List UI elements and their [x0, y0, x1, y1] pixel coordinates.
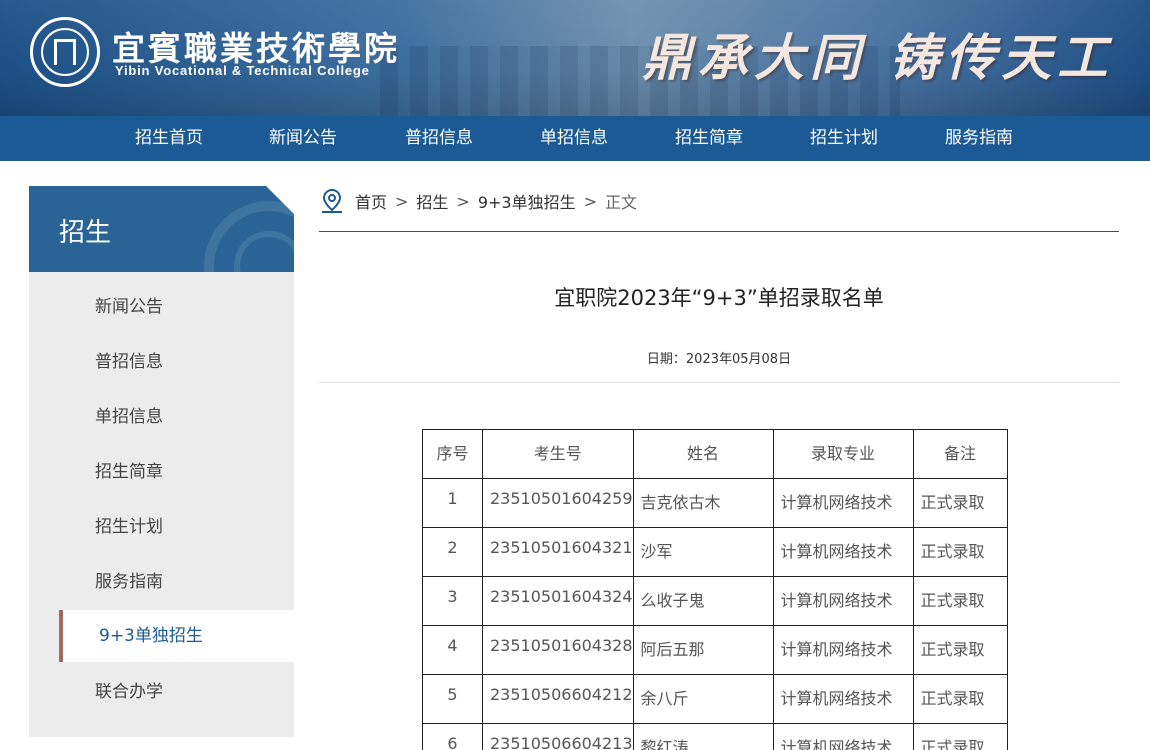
sidebar-item-plan[interactable]: 招生计划 — [29, 501, 294, 553]
cell-no: 3 — [422, 576, 483, 626]
article-date: 日期：2023年05月08日 — [646, 352, 792, 367]
sidebar-item-service-guide[interactable]: 服务指南 — [29, 556, 294, 608]
col-header-exam-id: 考生号 — [482, 429, 634, 479]
cell-note: 正式录取 — [912, 674, 1008, 724]
nav-item-news[interactable]: 新闻公告 — [269, 116, 337, 161]
nav-item-general-admission[interactable]: 普招信息 — [405, 116, 473, 161]
cell-note: 正式录取 — [912, 576, 1008, 626]
cell-name: 么收子鬼 — [632, 576, 774, 626]
cell-major: 计算机网络技术 — [772, 576, 914, 626]
table-row: 6 23510506604213 黎红涛 计算机网络技术 正式录取 — [422, 723, 1008, 750]
cell-name: 沙军 — [632, 527, 774, 577]
breadcrumb-separator: > — [395, 191, 409, 211]
cell-no: 2 — [422, 527, 483, 577]
cell-no: 4 — [422, 625, 483, 675]
nav-item-single-admission[interactable]: 单招信息 — [540, 116, 608, 161]
cell-major: 计算机网络技术 — [772, 625, 914, 675]
breadcrumb-9plus3[interactable]: 9+3单独招生 — [478, 189, 576, 213]
cell-name: 阿后五那 — [632, 625, 774, 675]
cell-exam-id: 23510501604324 — [482, 576, 634, 626]
logo-inner-ring — [41, 28, 89, 76]
table-header-row: 序号 考生号 姓名 录取专业 备注 — [422, 429, 1008, 479]
sidebar-item-brochure[interactable]: 招生简章 — [29, 446, 294, 498]
college-name-en[interactable]: Yibin Vocational & Technical College — [115, 63, 370, 78]
cell-note: 正式录取 — [912, 723, 1008, 750]
table-row: 3 23510501604324 么收子鬼 计算机网络技术 正式录取 — [422, 576, 1008, 626]
nav-item-brochure[interactable]: 招生简章 — [675, 116, 743, 161]
main-nav: 招生首页 新闻公告 普招信息 单招信息 招生简章 招生计划 服务指南 — [0, 116, 1150, 161]
sidebar-item-news[interactable]: 新闻公告 — [29, 281, 294, 333]
sidebar-item-9plus3[interactable]: 9+3单独招生 — [59, 610, 294, 662]
sidebar-item-joint-program[interactable]: 联合办学 — [29, 666, 294, 718]
location-pin-icon — [322, 188, 342, 213]
cell-exam-id: 23510501604259 — [482, 478, 634, 528]
cell-note: 正式录取 — [912, 527, 1008, 577]
nav-item-admissions-home[interactable]: 招生首页 — [135, 116, 203, 161]
breadcrumb-separator: > — [583, 191, 598, 211]
cell-note: 正式录取 — [912, 478, 1008, 528]
cell-no: 6 — [422, 723, 483, 750]
cell-no: 5 — [422, 674, 483, 724]
sidebar-item-general-admission[interactable]: 普招信息 — [29, 336, 294, 388]
cell-major: 计算机网络技术 — [772, 723, 914, 750]
breadcrumb-divider — [319, 231, 1119, 232]
table-row: 4 23510501604328 阿后五那 计算机网络技术 正式录取 — [422, 625, 1008, 675]
college-slogan: 鼎承大同 铸传天工 — [642, 28, 1114, 87]
sidebar-title: 招生 — [59, 218, 112, 248]
cell-name: 黎红涛 — [632, 723, 774, 750]
table-row: 2 23510501604321 沙军 计算机网络技术 正式录取 — [422, 527, 1008, 577]
sidebar-menu: 新闻公告 普招信息 单招信息 招生简章 招生计划 服务指南 9+3单独招生 联合… — [29, 272, 294, 737]
nav-item-service-guide[interactable]: 服务指南 — [945, 116, 1013, 161]
admission-table: 序号 考生号 姓名 录取专业 备注 1 23510501604259 吉克依古木… — [422, 429, 1008, 750]
article-title: 宜职院2023年“9+3”单招录取名单 — [554, 286, 884, 310]
table-row: 1 23510501604259 吉克依古木 计算机网络技术 正式录取 — [422, 478, 1008, 528]
nav-item-plan[interactable]: 招生计划 — [810, 116, 878, 161]
breadcrumb-separator: > — [456, 191, 470, 211]
cell-major: 计算机网络技术 — [772, 527, 914, 577]
breadcrumb-admissions[interactable]: 招生 — [416, 189, 448, 213]
site-header: 宜賓職業技術學院 Yibin Vocational & Technical Co… — [0, 0, 1150, 116]
sidebar-header: 招生 — [29, 186, 294, 272]
cell-no: 1 — [422, 478, 483, 528]
col-header-major: 录取专业 — [772, 429, 914, 479]
article-divider — [319, 382, 1119, 383]
cell-exam-id: 23510506604213 — [482, 723, 634, 750]
cell-major: 计算机网络技术 — [772, 674, 914, 724]
breadcrumb-current: 正文 — [605, 193, 638, 212]
breadcrumb: 首页 > 招生 > 9+3单独招生 > 正文 — [319, 186, 1119, 216]
cell-name: 余八斤 — [632, 674, 774, 724]
cell-exam-id: 23510501604328 — [482, 625, 634, 675]
corner-fold — [266, 186, 294, 214]
table-row: 5 23510506604212 余八斤 计算机网络技术 正式录取 — [422, 674, 1008, 724]
college-logo-icon[interactable] — [30, 17, 100, 87]
col-header-name: 姓名 — [632, 429, 774, 479]
cell-note: 正式录取 — [912, 625, 1008, 675]
sidebar-item-single-admission[interactable]: 单招信息 — [29, 391, 294, 443]
cell-name: 吉克依古木 — [632, 478, 774, 528]
cell-exam-id: 23510506604212 — [482, 674, 634, 724]
breadcrumb-home[interactable]: 首页 — [355, 189, 387, 213]
col-header-no: 序号 — [422, 429, 483, 479]
cell-major: 计算机网络技术 — [772, 478, 914, 528]
col-header-note: 备注 — [912, 429, 1008, 479]
cell-exam-id: 23510501604321 — [482, 527, 634, 577]
